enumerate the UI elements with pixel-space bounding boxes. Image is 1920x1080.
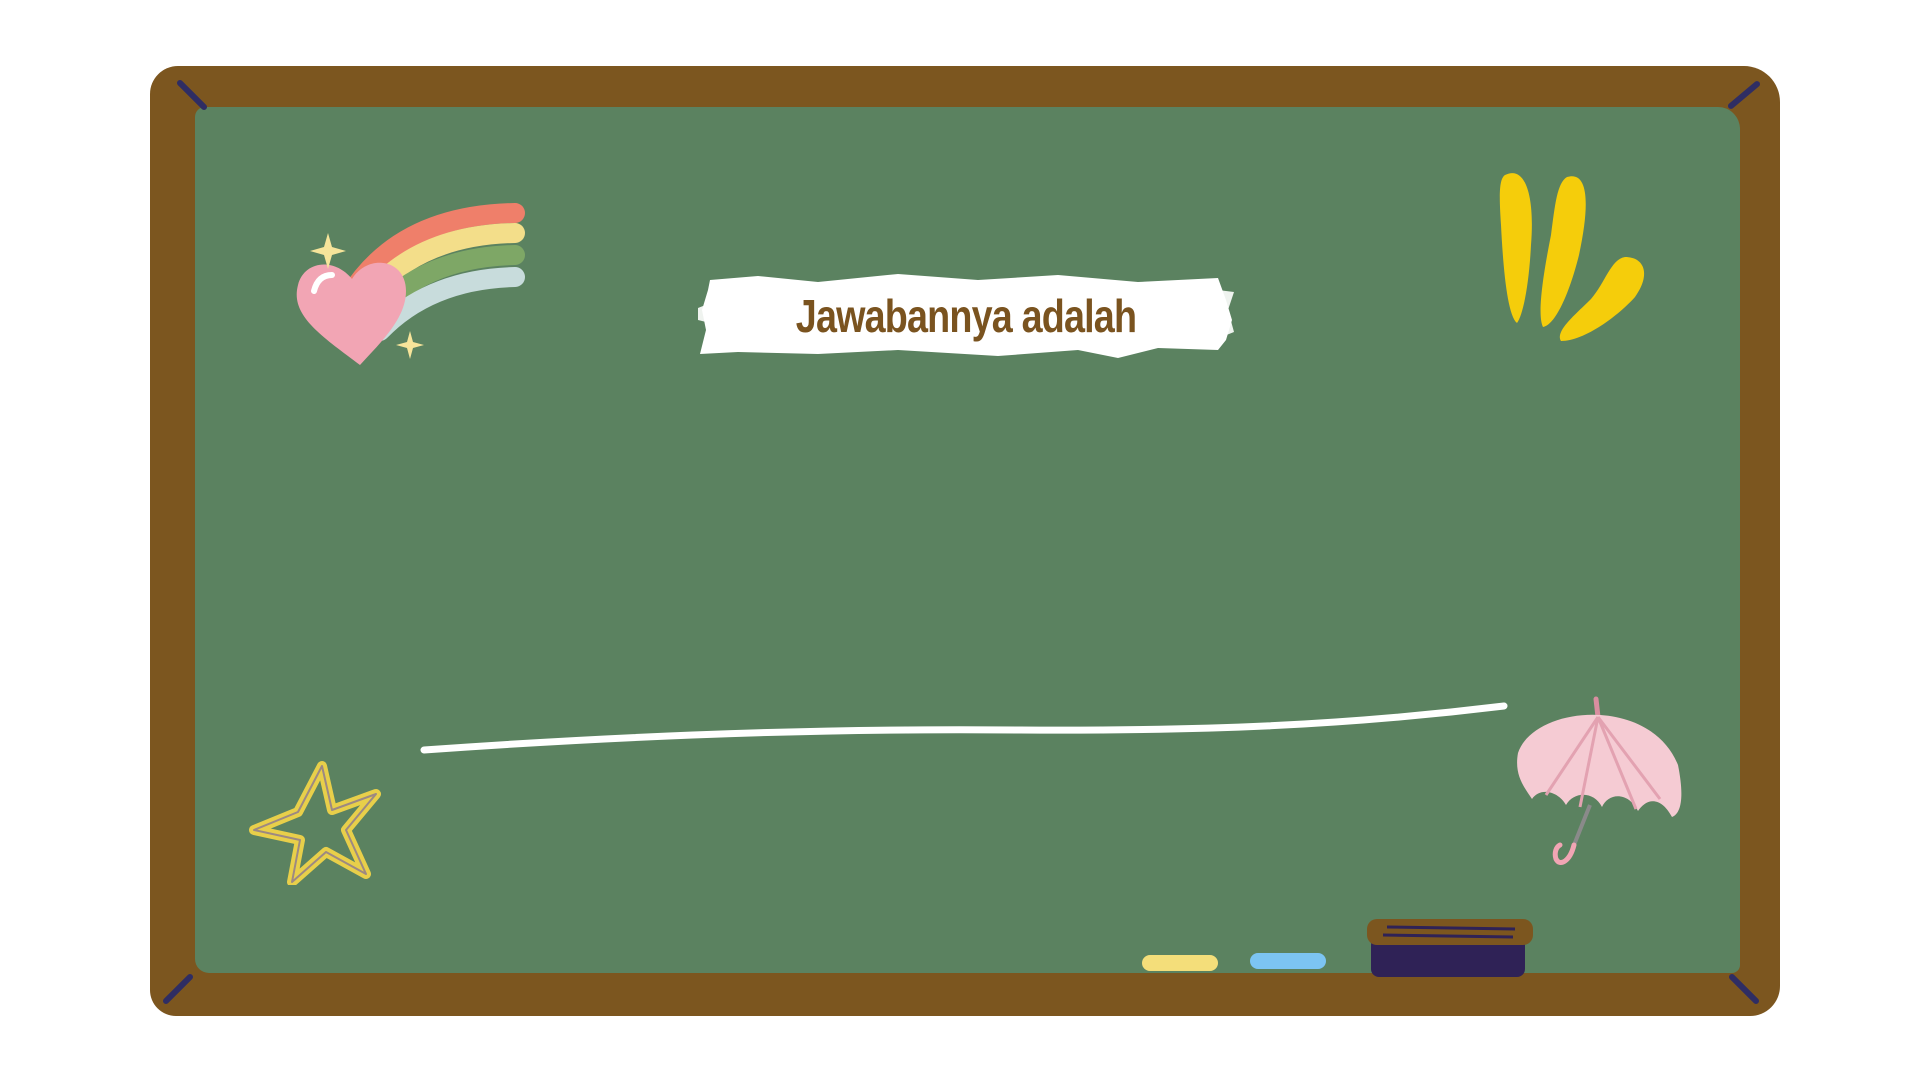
yellow-chalk-icon	[1142, 955, 1218, 971]
eraser-icon	[1367, 919, 1533, 977]
rainbow-heart-icon	[296, 203, 525, 365]
chalk-line	[420, 702, 1508, 754]
star-doodle-icon	[249, 761, 381, 885]
blue-chalk-icon	[1250, 953, 1326, 969]
umbrella-icon	[1517, 696, 1682, 865]
page-title: Jawabannya adalah	[795, 290, 1137, 342]
yellow-brush-strokes-icon	[1499, 173, 1645, 341]
